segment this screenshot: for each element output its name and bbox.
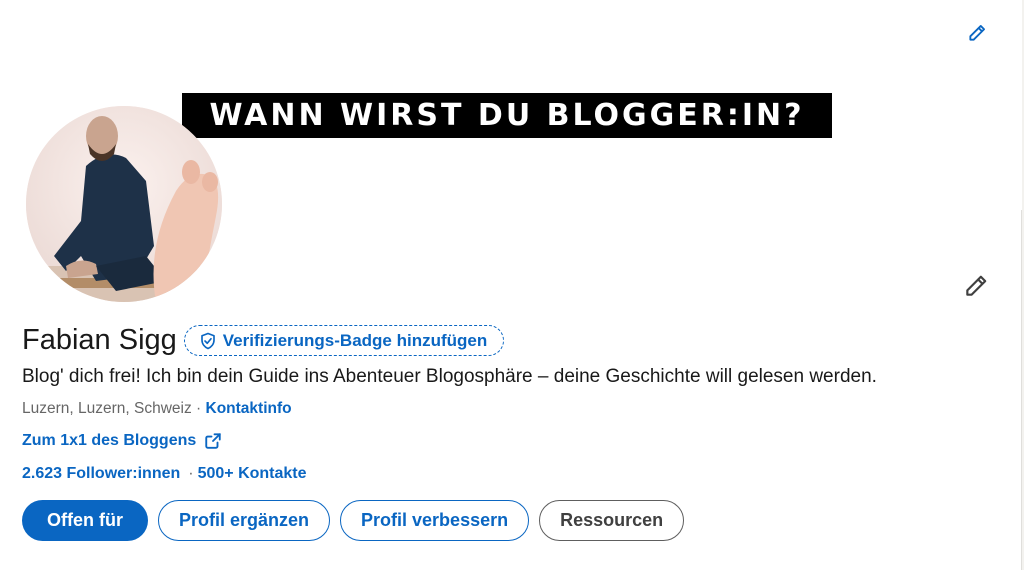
add-verification-badge-button[interactable]: Verifizierungs-Badge hinzufügen [183, 325, 505, 356]
pencil-icon [969, 25, 985, 41]
stats-separator: · [188, 465, 194, 482]
name-row: Fabian Sigg Verifizierungs-Badge hinzufü… [22, 324, 505, 357]
location-row: Luzern, Luzern, Schweiz · Kontaktinfo [22, 400, 292, 418]
avatar [26, 106, 222, 302]
profile-name: Fabian Sigg [22, 324, 177, 356]
followers-link[interactable]: 2.623 Follower:innen [22, 465, 180, 482]
verify-badge-label: Verifizierungs-Badge hinzufügen [222, 330, 488, 350]
improve-profile-button[interactable]: Profil verbessern [340, 500, 530, 541]
location: Luzern, Luzern, Schweiz [22, 400, 192, 417]
profile-card: WANN WIRST DU BLOGGER:IN? Fabian Sigg Ve… [0, 0, 1022, 570]
contact-info-link[interactable]: Kontaktinfo [206, 400, 292, 417]
edit-banner-button[interactable] [962, 18, 992, 48]
edit-intro-button[interactable] [958, 268, 994, 304]
open-to-button[interactable]: Offen für [22, 500, 148, 541]
profile-photo[interactable] [26, 106, 222, 302]
complete-profile-button[interactable]: Profil ergänzen [158, 500, 331, 541]
profile-headline: Blog' dich frei! Ich bin dein Guide ins … [22, 366, 877, 387]
banner-headline: WANN WIRST DU BLOGGER:IN? [182, 93, 832, 138]
location-separator: · [191, 400, 206, 417]
network-stats: 2.623 Follower:innen · 500+ Kontakte [22, 465, 307, 483]
pencil-icon [966, 275, 987, 296]
website-link[interactable]: Zum 1x1 des Bloggens [22, 432, 222, 450]
external-link-icon [205, 433, 221, 449]
profile-actions: Offen für Profil ergänzen Profil verbess… [22, 500, 685, 541]
shield-check-icon [200, 332, 215, 349]
website-label: Zum 1x1 des Bloggens [22, 432, 197, 449]
connections-link[interactable]: 500+ Kontakte [198, 465, 307, 482]
resources-button[interactable]: Ressourcen [539, 500, 685, 541]
